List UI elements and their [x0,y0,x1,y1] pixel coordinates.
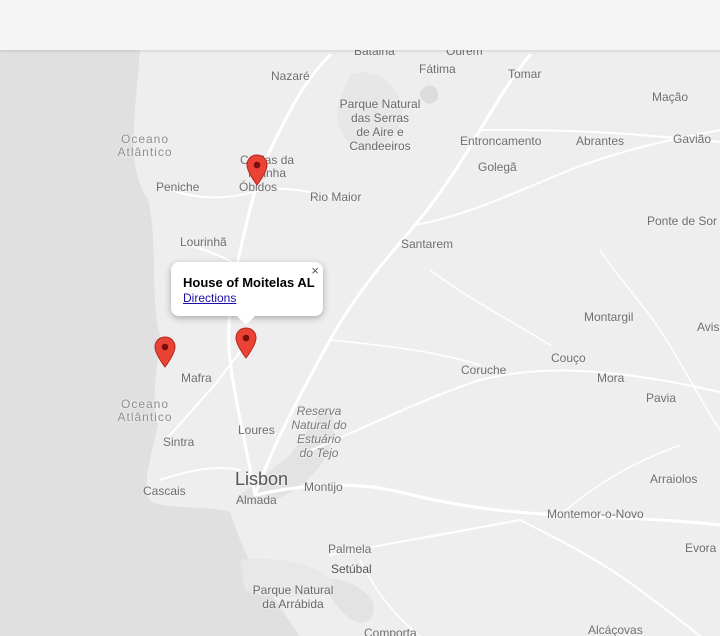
label-pavia: Pavia [646,391,677,405]
label-entroncamento: Entroncamento [460,134,542,148]
label-ourem: Ourém [446,50,483,58]
label-lourinha: Lourinhã [180,235,227,249]
label-oceano-south: Oceano Atlântico [117,397,173,424]
label-peniche: Peniche [156,180,200,194]
label-avis: Avis [697,320,720,334]
label-estuary: Reserva Natural do Estuário do Tejo [291,404,347,460]
label-batalha: Batalha [354,50,395,58]
label-santarem: Santarem [401,237,454,251]
map-marker-icon[interactable] [235,327,257,359]
label-loures: Loures [238,423,275,437]
label-couco: Couço [551,351,586,365]
label-golega: Golegã [478,160,517,174]
label-montijo: Montijo [304,480,343,494]
label-abrantes: Abrantes [576,134,625,148]
label-evora: Evora [685,541,717,555]
label-palmela: Palmela [328,542,372,556]
label-montargil: Montargil [584,310,634,324]
info-window: House of Moitelas AL Directions × [171,262,323,325]
label-mora: Mora [597,371,625,385]
label-oceano-north: Oceano Atlântico [117,132,173,159]
label-mafra: Mafra [181,371,212,385]
label-macao: Mação [652,90,689,104]
label-fatima: Fátima [419,62,456,76]
map-marker-icon[interactable] [154,336,176,368]
label-nazare: Nazaré [271,69,310,83]
label-cascais: Cascais [143,484,186,498]
label-tomar: Tomar [508,67,542,81]
label-gaviao: Gavião [673,132,712,146]
label-lisbon: Lisbon [235,469,289,489]
info-window-title: House of Moitelas AL [183,275,315,290]
top-bar [0,0,720,50]
label-setubal: Setúbal [331,562,372,576]
label-coruche: Coruche [461,363,507,377]
label-montemor: Montemor-o-Novo [547,507,644,521]
label-sintra: Sintra [163,435,195,449]
label-almada: Almada [236,493,277,507]
directions-link[interactable]: Directions [183,291,236,305]
map[interactable]: Batalha Ourém Nazaré Fátima Tomar Mação … [0,50,720,636]
label-ponte-de-sor: Ponte de Sor [647,214,718,228]
label-alcacovas: Alcáçovas [588,623,643,636]
label-arraiolos: Arraiolos [650,472,698,486]
label-parque-serras: Parque Natural das Serras de Aire e Cand… [339,97,421,153]
label-comporta: Comporta [364,626,417,636]
label-rio-maior: Rio Maior [310,190,362,204]
map-marker-icon[interactable] [246,154,268,186]
label-arrabida: Parque Natural da Arrábida [252,583,334,611]
close-icon[interactable]: × [311,264,319,278]
